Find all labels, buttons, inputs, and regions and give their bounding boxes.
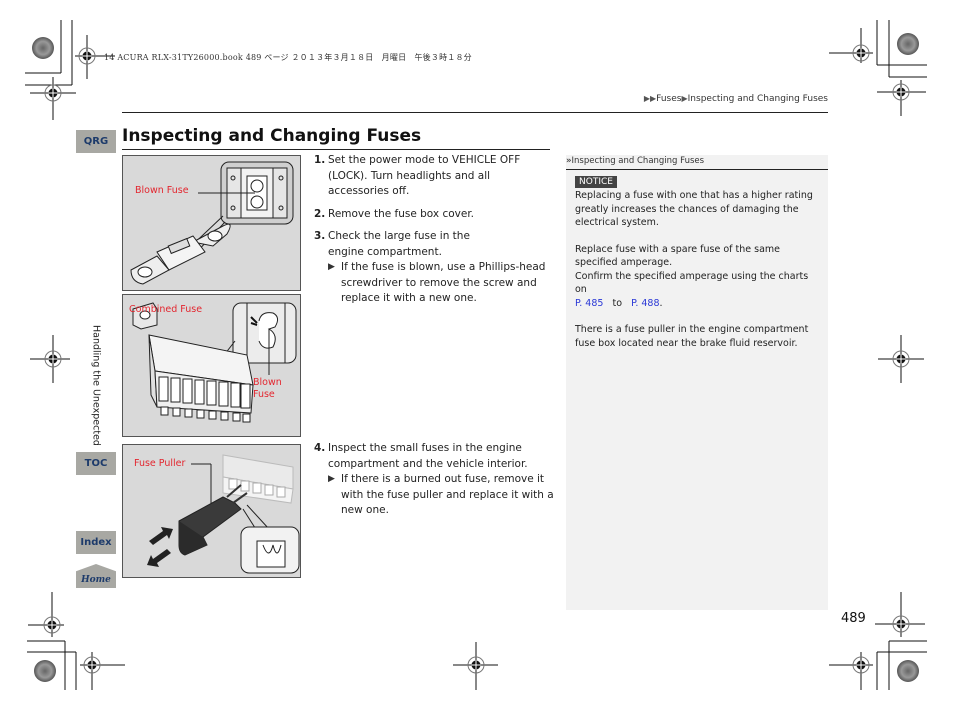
step-3-substep: ▶ If the fuse is blown, use a Phillips-h… <box>328 261 546 304</box>
figure-combined-fuse: Combined Fuse Blown Fuse <box>122 294 301 437</box>
step-1: 1. Set the power mode to VEHICLE OFF (LO… <box>314 154 521 197</box>
notice-block: NOTICE Replacing a fuse with one that ha… <box>575 175 819 230</box>
step-4-substep: ▶ If there is a burned out fuse, remove … <box>328 473 554 516</box>
color-disc-icon <box>34 660 56 682</box>
callout-fuse: Fuse <box>253 389 275 400</box>
print-header: 14 ACURA RLX-31TY26000.book 489 ページ ２０１３… <box>104 53 472 62</box>
link-page-485[interactable]: P. 485 <box>575 298 603 309</box>
notice-text: Replacing a fuse with one that has a hig… <box>575 190 813 228</box>
color-disc-icon <box>897 660 919 682</box>
figure-caption: Blown Fuse <box>135 185 189 196</box>
page-title: Inspecting and Changing Fuses <box>122 126 422 146</box>
triangle-bullet-icon: ▶ <box>328 262 335 272</box>
sidebar-heading: »Inspecting and Changing Fuses <box>566 155 828 170</box>
steps-1-3: 1. Set the power mode to VEHICLE OFF (LO… <box>314 153 554 314</box>
title-rule <box>122 149 550 150</box>
sidebar-notes: »Inspecting and Changing Fuses NOTICE Re… <box>566 155 828 610</box>
figure-caption: Combined Fuse <box>129 304 203 315</box>
section-label: Handling the Unexpected <box>90 324 102 446</box>
step-2: 2. Remove the fuse box cover. <box>314 207 554 223</box>
figure-fuse-puller: Fuse Puller <box>122 444 301 578</box>
page-number: 489 <box>841 611 866 626</box>
toc-button[interactable]: TOC <box>76 452 116 475</box>
step-number: 2. <box>314 207 326 220</box>
color-disc-icon <box>32 37 54 59</box>
index-button[interactable]: Index <box>76 531 116 554</box>
figure-blown-fuse: Blown Fuse <box>122 155 301 291</box>
steps-4: 4. Inspect the small fuses in the engine… <box>314 441 554 526</box>
figure-caption: Fuse Puller <box>134 458 186 469</box>
step-number: 1. <box>314 154 326 166</box>
step-4: 4. Inspect the small fuses in the engine… <box>314 441 554 519</box>
step-3: 3. Check the large fuse in the engine co… <box>314 229 554 307</box>
header-rule <box>122 112 828 113</box>
large-fuse-illustration <box>130 161 294 285</box>
callout-blown: Blown <box>253 377 282 388</box>
combined-fuse-illustration <box>132 302 297 423</box>
fuse-puller-note: There is a fuse puller in the engine com… <box>575 324 809 349</box>
double-triangle-icon: ▶▶ <box>643 94 657 103</box>
step-number: 4. <box>314 442 326 454</box>
color-disc-icon <box>897 33 919 55</box>
qrg-button[interactable]: QRG <box>76 130 116 153</box>
replace-note: Replace fuse with a spare fuse of the sa… <box>575 243 809 309</box>
link-page-488[interactable]: P. 488 <box>631 298 659 309</box>
breadcrumb: ▶▶Fuses▶Inspecting and Changing Fuses <box>644 94 828 104</box>
breadcrumb-fuses[interactable]: Fuses <box>656 94 681 104</box>
breadcrumb-current: Inspecting and Changing Fuses <box>687 94 828 104</box>
triangle-bullet-icon: ▶ <box>328 474 335 484</box>
step-number: 3. <box>314 230 326 242</box>
notice-badge: NOTICE <box>575 176 617 188</box>
